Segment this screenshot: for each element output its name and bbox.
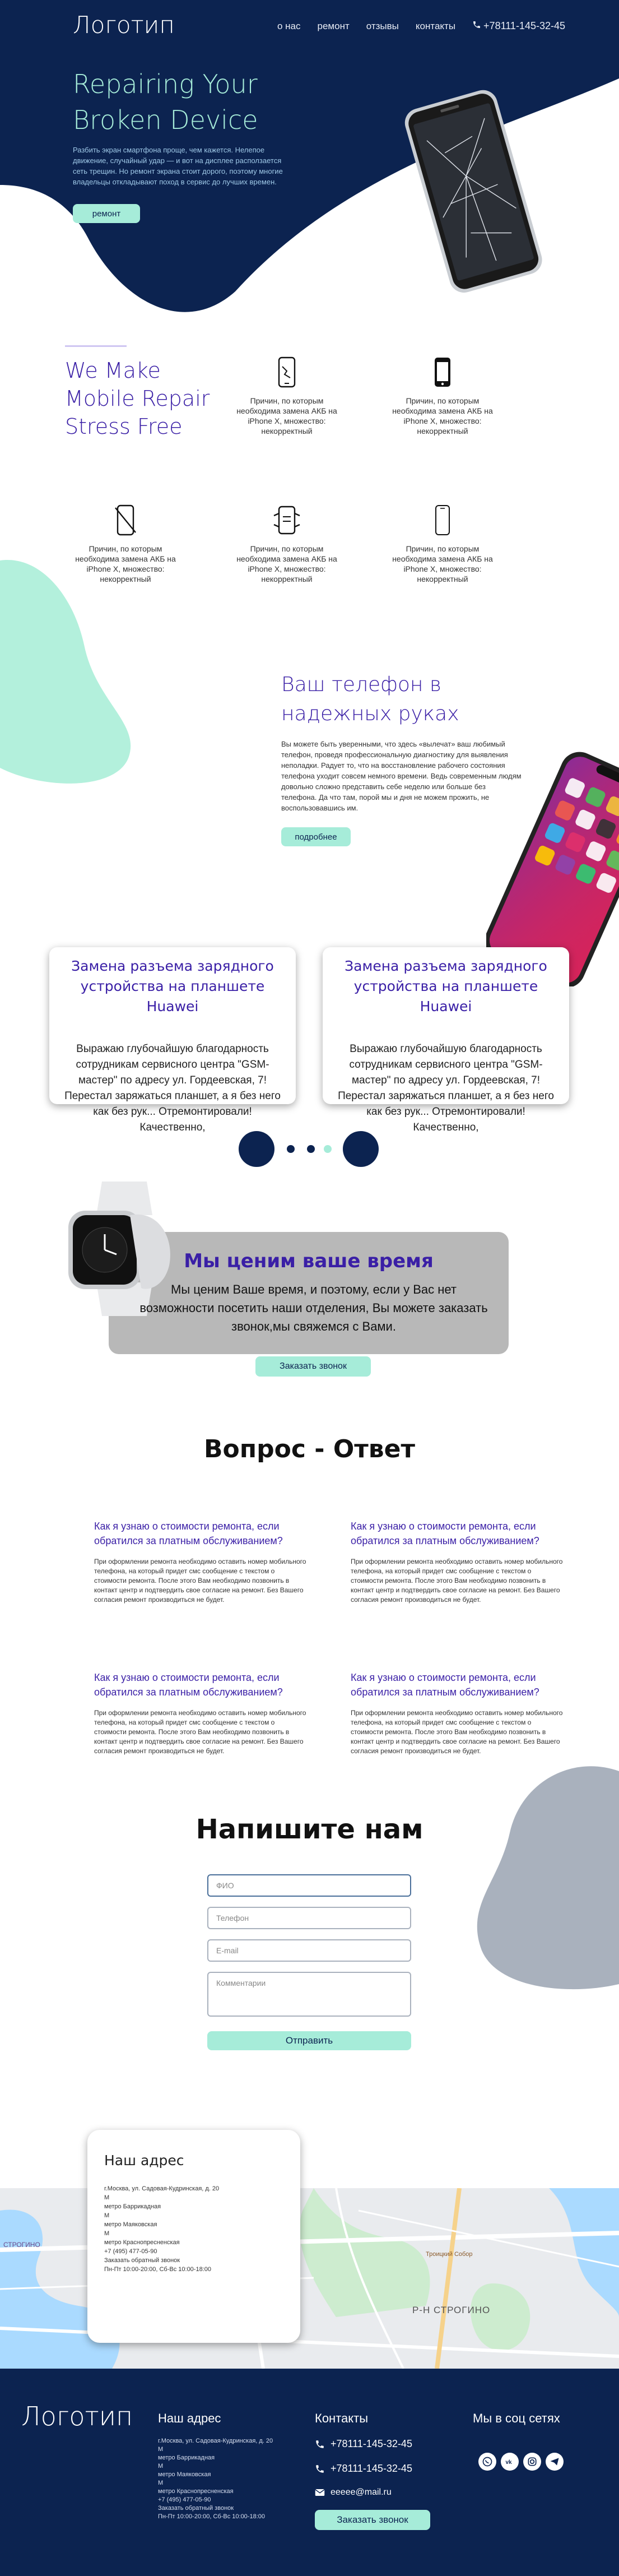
section-kicker [65, 345, 127, 347]
email-field[interactable] [207, 1939, 411, 1962]
features-title: We Make Mobile Repair Stress Free [65, 358, 210, 439]
nav-about[interactable]: о нас [277, 21, 301, 32]
phone-icon [472, 20, 481, 32]
submit-button[interactable]: Отправить [207, 2031, 411, 2050]
map-label: Р-Н СТРОГИНО [412, 2305, 491, 2315]
broken-phone-image [404, 90, 542, 293]
logo[interactable]: Логотип [73, 11, 175, 39]
footer-phone-text: +78111-145-32-45 [331, 2438, 412, 2449]
feature-text: Причин, по которым необходима замена АКБ… [236, 396, 337, 435]
feature-item: Причин, по которым необходима замена АКБ… [231, 504, 343, 584]
hero-section: Логотип о нас ремонт отзывы контакты +78… [0, 0, 619, 336]
carousel-next-button[interactable] [343, 1131, 379, 1167]
whatsapp-icon[interactable] [478, 2453, 496, 2471]
decorative-blob [0, 560, 131, 784]
faq-answer: При оформлении ремонта необходимо остави… [94, 1709, 306, 1755]
footer-phone-1[interactable]: +78111-145-32-45 [315, 2438, 412, 2450]
phone-field[interactable] [207, 1907, 411, 1929]
smartphone-icon [435, 358, 450, 387]
faq-item: Как я узнаю о стоимости ремонта, если об… [94, 1519, 307, 1605]
feature-item: Причин, по которым необходима замена АКБ… [387, 356, 499, 436]
footer-address-title: Наш адрес [158, 2411, 221, 2425]
footer-contacts-title: Контакты [315, 2411, 369, 2425]
top-nav: о нас ремонт отзывы контакты +78111-145-… [277, 20, 565, 32]
carousel-prev-button[interactable] [239, 1131, 274, 1167]
footer-logo[interactable]: Логотип [21, 2401, 133, 2431]
comment-field[interactable] [207, 1972, 411, 2017]
map-label: СТРОГИНО [3, 2241, 40, 2249]
address-lines: г.Москва, ул. Садовая-Кудринская, д. 20 … [104, 2185, 220, 2273]
feature-item: Причин, по которым необходима замена АКБ… [387, 504, 499, 584]
callback-title: Мы ценим ваше время [184, 1250, 434, 1272]
faq-item: Как я узнаю о стоимости ремонта, если об… [351, 1670, 564, 1756]
feature-text: Причин, по которым необходима замена АКБ… [236, 544, 337, 583]
contact-form-title: Напишите нам [196, 1814, 423, 1845]
phone-outline-icon [435, 505, 450, 535]
repair-button[interactable]: ремонт [73, 204, 140, 223]
vk-icon[interactable]: vk [501, 2453, 519, 2471]
feature-text: Причин, по которым необходима замена АКБ… [392, 396, 493, 435]
hero-title: Repairing Your Broken Device [73, 69, 258, 135]
more-button[interactable]: подробнее [281, 827, 351, 846]
phone-repair-icon [273, 506, 300, 535]
safe-title: Ваш телефон в надежных руках [281, 673, 459, 725]
address-title: Наш адрес [104, 2152, 184, 2169]
footer-address-lines: г.Москва, ул. Садовая-Кудринская, д. 20 … [158, 2438, 273, 2520]
footer-email-text: eeeee@mail.ru [331, 2487, 392, 2497]
feature-text: Причин, по которым необходима замена АКБ… [392, 544, 493, 583]
no-phone-icon [115, 504, 136, 536]
faq-question[interactable]: Как я узнаю о стоимости ремонта, если об… [94, 1519, 307, 1548]
header-phone[interactable]: +78111-145-32-45 [472, 20, 565, 32]
broken-phone-icon [278, 356, 296, 388]
review-card: Замена разъема зарядного устройства на п… [323, 947, 569, 1133]
review-text: Выражаю глубочайшую благодарность сотруд… [338, 1043, 554, 1133]
header-phone-text: +78111-145-32-45 [483, 20, 565, 31]
faq-question[interactable]: Как я узнаю о стоимости ремонта, если об… [351, 1519, 564, 1548]
nav-contacts[interactable]: контакты [416, 21, 455, 32]
faq-item: Как я узнаю о стоимости ремонта, если об… [351, 1519, 564, 1605]
footer-phone-2[interactable]: +78111-145-32-45 [315, 2463, 412, 2475]
map-label: Троицкий Собор [426, 2251, 473, 2258]
mail-icon [315, 2489, 325, 2496]
faq-question[interactable]: Как я узнаю о стоимости ремонта, если об… [351, 1670, 564, 1699]
review-text: Выражаю глубочайшую благодарность сотруд… [64, 1043, 281, 1133]
nav-repair[interactable]: ремонт [318, 21, 350, 32]
review-title: Замена разъема зарядного устройства на п… [71, 958, 274, 1014]
carousel-dot[interactable] [287, 1145, 295, 1153]
footer-email[interactable]: eeeee@mail.ru [315, 2487, 392, 2498]
address-card: Наш адрес г.Москва, ул. Садовая-Кудринск… [87, 2130, 300, 2343]
footer-social-title: Мы в соц сетях [473, 2411, 560, 2425]
review-card: Замена разъема зарядного устройства на п… [49, 947, 296, 1133]
footer-order-call-button[interactable]: Заказать звонок [315, 2510, 430, 2530]
faq-title: Вопрос - Ответ [204, 1435, 415, 1463]
hero-text: Разбить экран смартфона проще, чем кажет… [73, 146, 283, 186]
nav-reviews[interactable]: отзывы [366, 21, 399, 32]
order-call-button[interactable]: Заказать звонок [255, 1356, 371, 1377]
feature-item: Причин, по которым необходима замена АКБ… [231, 356, 343, 436]
callback-text: Мы ценим Ваше время, и поэтому, если у В… [139, 1282, 488, 1333]
faq-item: Как я узнаю о стоимости ремонта, если об… [94, 1670, 307, 1756]
name-field[interactable] [207, 1874, 411, 1897]
faq-answer: При оформлении ремонта необходимо остави… [94, 1558, 306, 1604]
decorative-blob [477, 1766, 619, 1990]
faq-question[interactable]: Как я узнаю о стоимости ремонта, если об… [94, 1670, 307, 1699]
faq-answer: При оформлении ремонта необходимо остави… [351, 1558, 563, 1604]
carousel-dot-active[interactable] [324, 1145, 332, 1153]
phone-icon [316, 2464, 324, 2473]
review-title: Замена разъема зарядного устройства на п… [345, 958, 547, 1014]
telegram-icon[interactable] [546, 2453, 564, 2471]
carousel-dot[interactable] [307, 1145, 315, 1153]
footer: Логотип Наш адрес г.Москва, ул. Садовая-… [0, 2369, 619, 2576]
faq-answer: При оформлении ремонта необходимо остави… [351, 1709, 563, 1755]
instagram-icon[interactable] [523, 2453, 541, 2471]
footer-phone-text: +78111-145-32-45 [331, 2463, 412, 2474]
svg-text:vk: vk [506, 2459, 513, 2466]
phone-icon [316, 2440, 324, 2448]
social-links: vk [478, 2453, 564, 2471]
